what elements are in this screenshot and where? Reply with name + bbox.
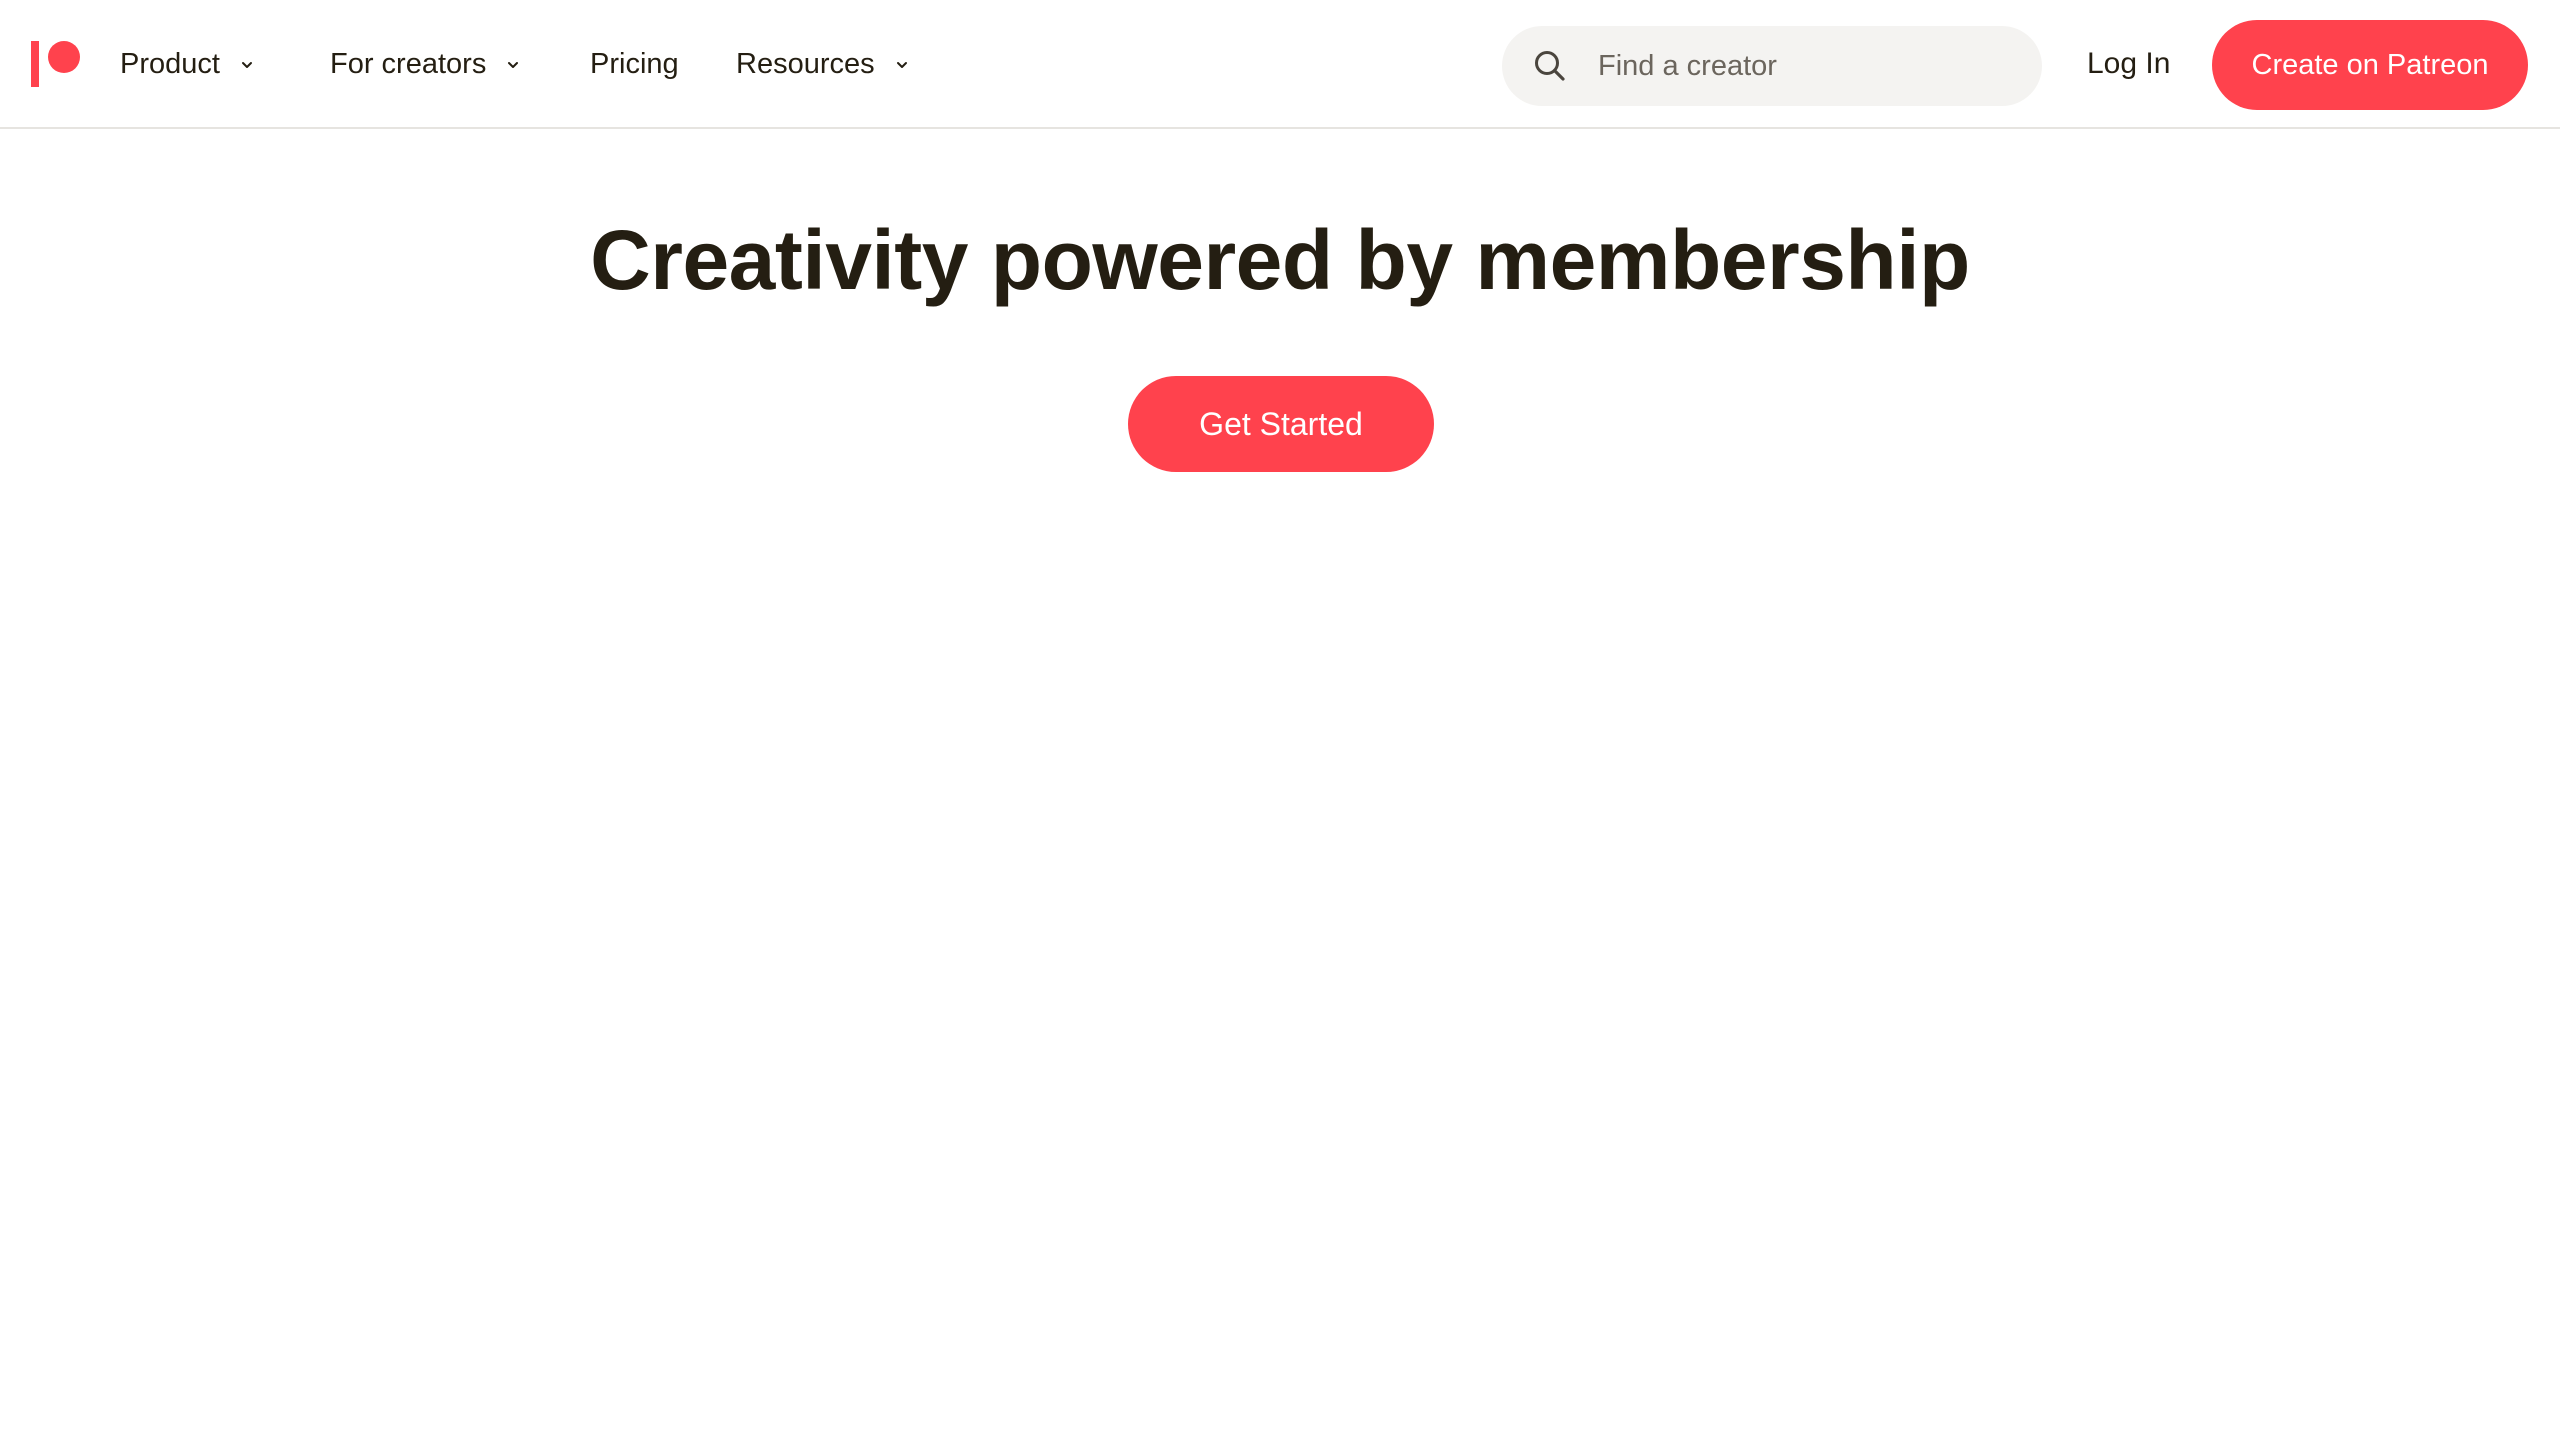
search-icon[interactable] bbox=[1532, 48, 1568, 84]
nav-item-label: Pricing bbox=[590, 47, 679, 80]
chevron-down-icon bbox=[892, 55, 912, 75]
nav-item-label: For creators bbox=[330, 47, 487, 80]
create-on-patreon-button[interactable]: Create on Patreon bbox=[2212, 20, 2528, 110]
chevron-down-icon bbox=[237, 55, 257, 75]
search-input[interactable] bbox=[1598, 26, 2018, 106]
hero-title: Creativity powered by membership bbox=[590, 213, 1970, 307]
nav-item-product[interactable]: Product bbox=[120, 44, 257, 84]
logo-bar bbox=[31, 41, 39, 87]
nav-item-label: Resources bbox=[736, 47, 875, 80]
top-navigation-bar: Product For creators Pricing Resources L… bbox=[0, 0, 2560, 129]
chevron-down-icon bbox=[503, 55, 523, 75]
logo-dot bbox=[48, 41, 80, 73]
nav-item-resources[interactable]: Resources bbox=[736, 44, 912, 84]
login-link[interactable]: Log In bbox=[2087, 44, 2170, 84]
nav-item-pricing[interactable]: Pricing bbox=[590, 44, 679, 84]
creator-search[interactable] bbox=[1502, 26, 2042, 106]
nav-item-for-creators[interactable]: For creators bbox=[330, 44, 523, 84]
get-started-button[interactable]: Get Started bbox=[1128, 376, 1434, 472]
patreon-logo-icon[interactable] bbox=[31, 41, 83, 87]
nav-item-label: Product bbox=[120, 47, 220, 80]
